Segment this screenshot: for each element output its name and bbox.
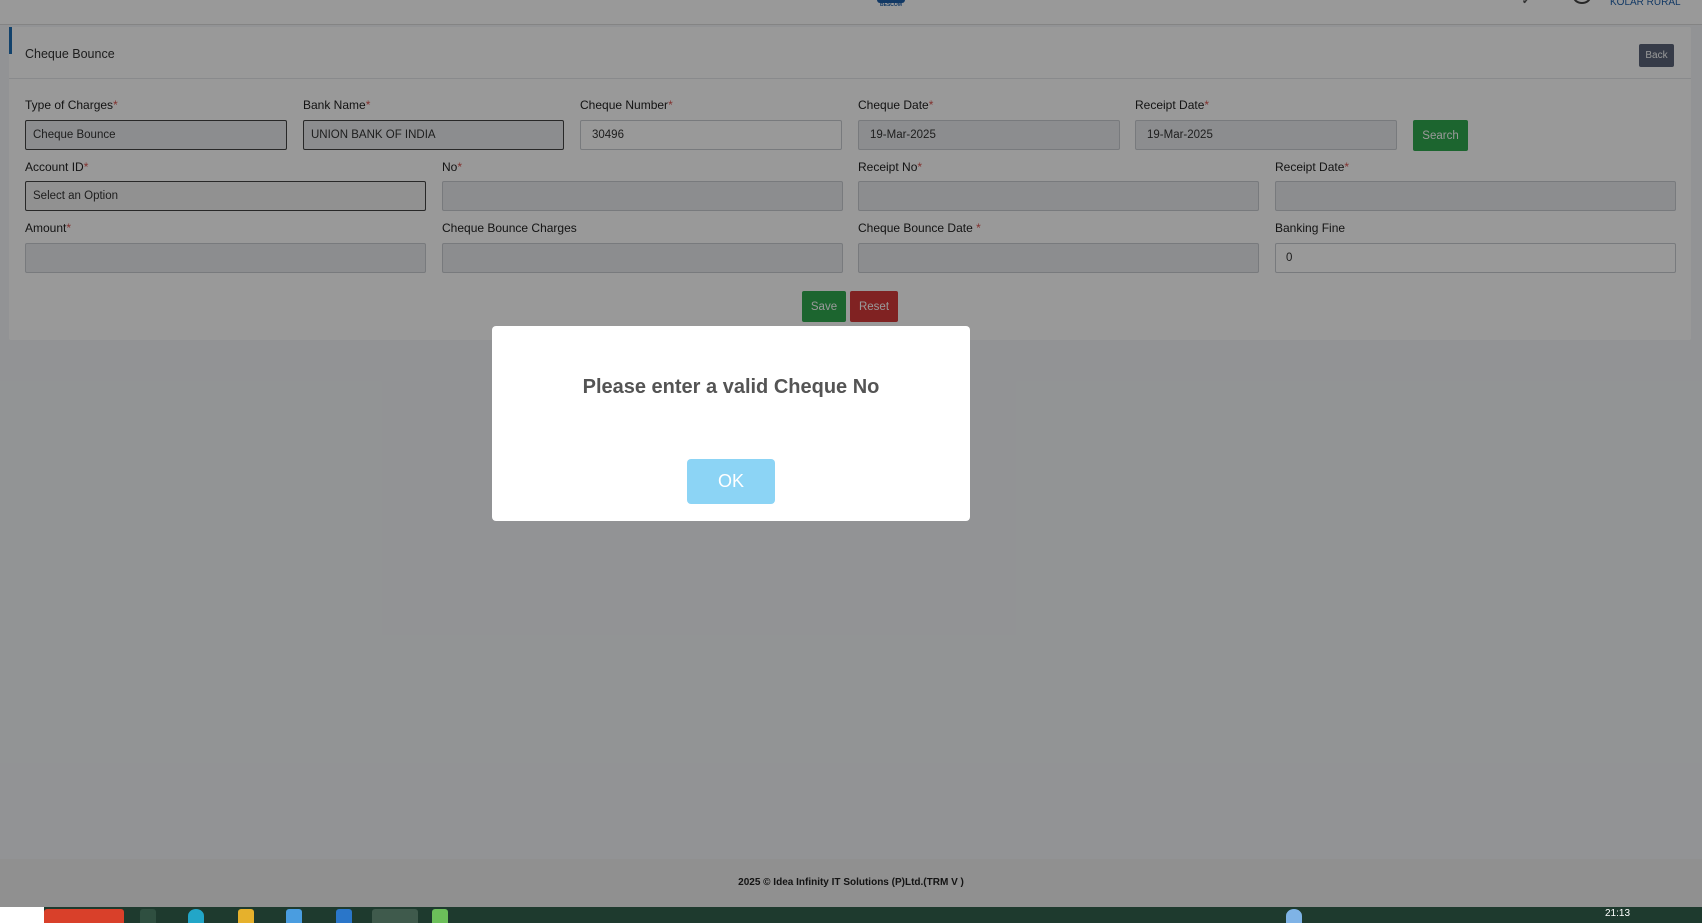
taskbar-clock[interactable]: 21:13 bbox=[1605, 908, 1630, 919]
weather-icon[interactable] bbox=[1286, 909, 1302, 923]
file-explorer-icon[interactable] bbox=[238, 909, 254, 923]
taskbar-start-area[interactable] bbox=[0, 907, 44, 923]
alert-dialog: Please enter a valid Cheque No OK bbox=[492, 326, 970, 521]
app-icon-blue[interactable] bbox=[336, 909, 352, 923]
app-icon-green[interactable] bbox=[432, 909, 448, 923]
taskbar-app-icon[interactable] bbox=[44, 909, 124, 923]
store-icon[interactable] bbox=[286, 909, 302, 923]
alert-message: Please enter a valid Cheque No bbox=[582, 376, 880, 398]
chrome-icon[interactable] bbox=[372, 909, 418, 923]
taskbar-app-icon[interactable] bbox=[140, 909, 156, 923]
os-taskbar: 21:13 bbox=[0, 907, 1702, 923]
edge-browser-icon[interactable] bbox=[188, 909, 204, 923]
ok-button[interactable]: OK bbox=[687, 459, 775, 504]
